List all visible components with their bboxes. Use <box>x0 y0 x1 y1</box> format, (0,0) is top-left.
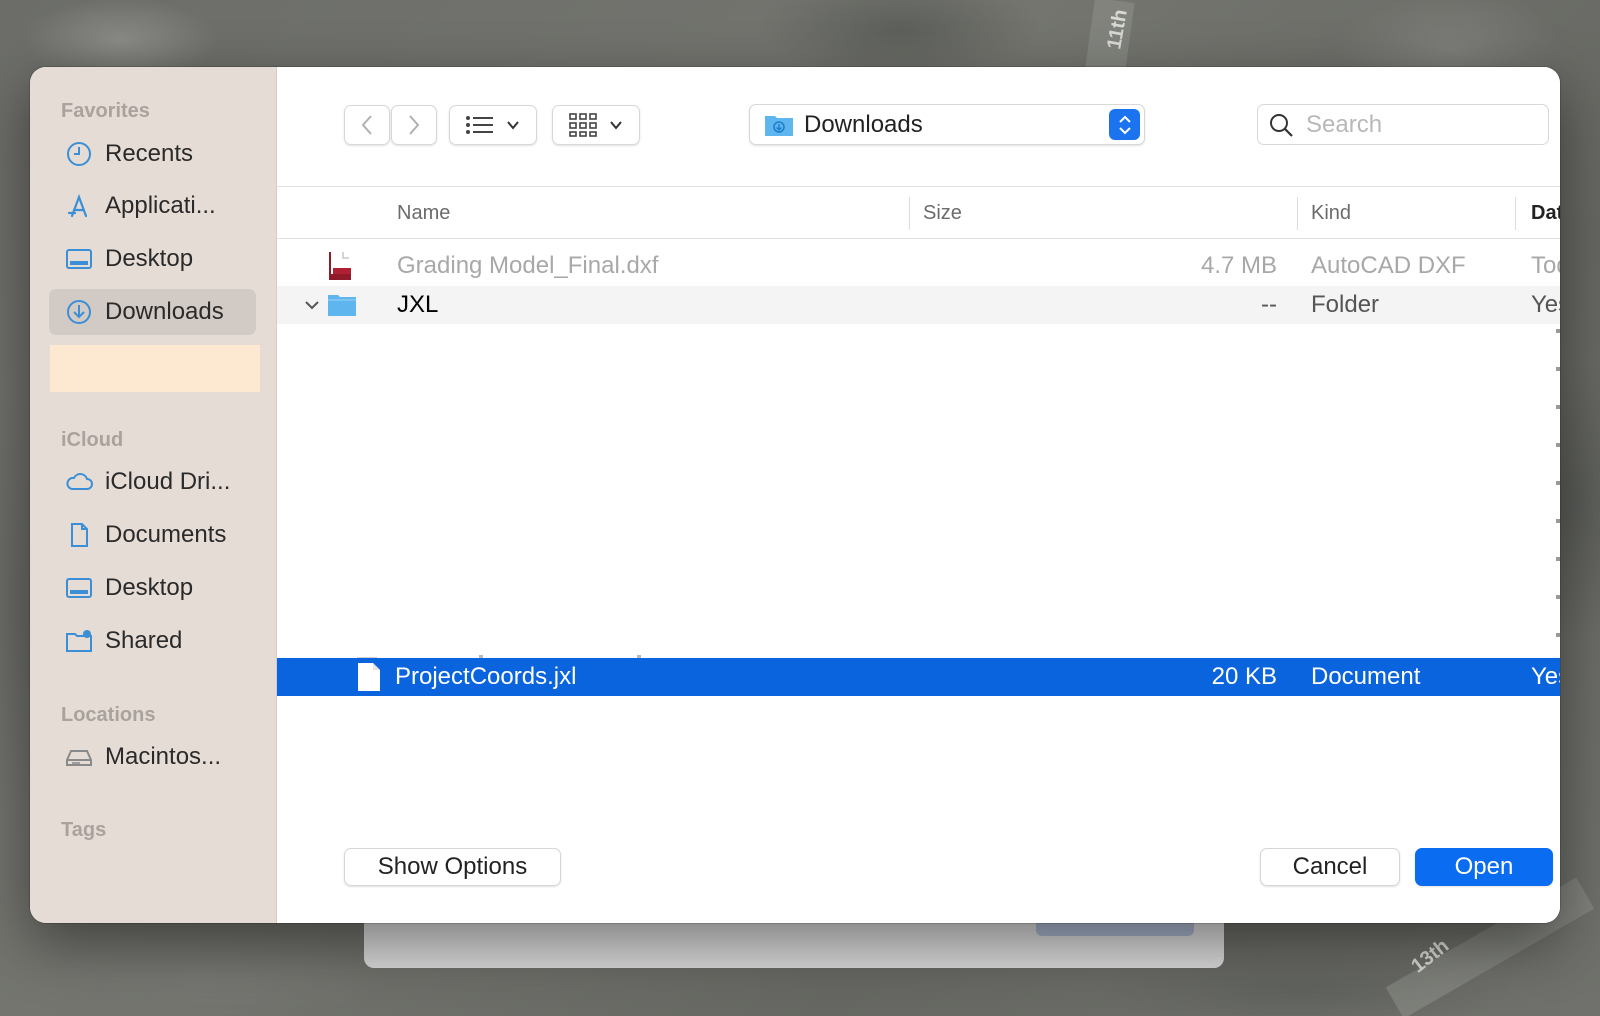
sidebar-item-macintosh-hd[interactable]: Macintos... <box>49 734 256 780</box>
file-date: Yeste <box>1531 291 1560 318</box>
downloads-icon <box>63 296 95 328</box>
grid-view-icon <box>569 113 597 137</box>
updown-arrows-icon <box>1109 109 1140 140</box>
view-mode-list-button[interactable] <box>449 105 537 145</box>
location-popup[interactable]: Downloads <box>749 104 1145 145</box>
search-field[interactable]: Search <box>1257 104 1549 145</box>
column-divider[interactable] <box>1297 197 1298 230</box>
sidebar-item-applications[interactable]: Applicati... <box>49 183 256 229</box>
dialog-footer: Show Options Cancel Open <box>277 809 1560 923</box>
sidebar-item-label: Applicati... <box>105 192 216 219</box>
document-file-icon <box>357 658 381 696</box>
file-size: 4.7 MB <box>1200 252 1277 279</box>
forward-button[interactable] <box>391 105 437 145</box>
file-name: Grading Model_Final.dxf <box>397 252 659 279</box>
column-header-date[interactable]: Date A <box>1531 187 1560 239</box>
file-date: Toda <box>1531 252 1560 279</box>
desktop-icon <box>63 243 95 275</box>
column-headers: Name Size Kind Date A <box>277 186 1560 239</box>
sidebar-drop-placeholder[interactable] <box>50 345 260 392</box>
sidebar-section-icloud: iCloud <box>61 429 124 451</box>
search-icon <box>1270 113 1293 137</box>
column-header-name[interactable]: Name <box>397 187 450 239</box>
group-by-button[interactable] <box>552 105 640 145</box>
sidebar-item-label: Recents <box>105 140 194 167</box>
column-divider[interactable] <box>909 197 910 230</box>
open-file-dialog: Favorites Recents Applicati... Desktop D… <box>30 67 1560 923</box>
folder-row[interactable]: JXL -- Folder Yeste <box>277 286 1560 324</box>
show-options-button[interactable]: Show Options <box>344 848 561 886</box>
sidebar-item-icloud-drive[interactable]: iCloud Dri... <box>49 459 256 505</box>
sidebar-item-label: Shared <box>105 627 183 654</box>
file-row[interactable]: Grading Model_Final.dxf 4.7 MB AutoCAD D… <box>277 247 1560 285</box>
column-header-kind[interactable]: Kind <box>1311 187 1351 239</box>
file-date: Yeste <box>1531 663 1560 690</box>
file-kind: AutoCAD DXF <box>1311 252 1466 279</box>
document-icon <box>63 519 95 551</box>
column-resize-dots <box>1556 329 1560 649</box>
open-button[interactable]: Open <box>1415 848 1553 886</box>
folder-icon <box>327 286 357 324</box>
sidebar-item-icloud-desktop[interactable]: Desktop <box>49 565 256 611</box>
sidebar-item-label: iCloud Dri... <box>105 468 231 495</box>
sidebar-item-documents[interactable]: Documents <box>49 512 256 558</box>
file-kind: Document <box>1311 663 1421 690</box>
toolbar: Downloads Search <box>277 67 1560 187</box>
file-browser: Downloads Search Name Size Kind Date A <box>277 67 1560 923</box>
clock-icon <box>63 138 95 170</box>
chevron-down-icon <box>507 121 519 130</box>
sidebar-section-tags: Tags <box>61 819 107 841</box>
file-name: ProjectCoords.jxl <box>395 663 577 690</box>
applications-icon <box>63 190 95 222</box>
location-label: Downloads <box>804 110 923 138</box>
cancel-button[interactable]: Cancel <box>1260 848 1400 886</box>
sidebar-item-label: Documents <box>105 521 227 548</box>
file-size: -- <box>1261 291 1277 318</box>
sidebar-item-desktop[interactable]: Desktop <box>49 236 256 282</box>
sidebar-item-label: Downloads <box>105 298 224 325</box>
disclosure-chevron-icon[interactable] <box>303 286 321 324</box>
chevron-down-icon <box>610 121 622 130</box>
desktop-icon <box>63 572 95 604</box>
sidebar-item-downloads[interactable]: Downloads <box>49 289 256 335</box>
sidebar: Favorites Recents Applicati... Desktop D… <box>30 67 277 923</box>
sidebar-item-label: Macintos... <box>105 743 222 770</box>
cloud-icon <box>63 466 95 498</box>
sidebar-item-shared[interactable]: Shared <box>49 618 256 664</box>
shared-folder-icon <box>63 625 95 657</box>
chevron-left-icon <box>361 115 372 135</box>
column-header-size[interactable]: Size <box>923 187 962 239</box>
file-name: JXL <box>397 291 439 318</box>
sidebar-item-label: Desktop <box>105 574 194 601</box>
file-list: Grading Model_Final.dxf 4.7 MB AutoCAD D… <box>277 239 1560 854</box>
hard-drive-icon <box>63 741 95 773</box>
search-placeholder: Search <box>1306 110 1383 138</box>
file-row-selected[interactable]: ProjectCoords.jxl 20 KB Document Yeste <box>277 658 1560 696</box>
sidebar-item-label: Desktop <box>105 245 194 272</box>
sidebar-section-favorites: Favorites <box>61 100 150 122</box>
file-kind: Folder <box>1311 291 1380 318</box>
back-button[interactable] <box>344 105 390 145</box>
chevron-right-icon <box>409 115 420 135</box>
list-view-icon <box>466 116 493 134</box>
sidebar-section-locations: Locations <box>61 704 156 726</box>
file-size: 20 KB <box>1211 663 1277 690</box>
sidebar-item-recents[interactable]: Recents <box>49 131 256 177</box>
downloads-folder-icon <box>765 115 793 136</box>
column-divider[interactable] <box>1515 197 1516 230</box>
dxf-file-icon <box>327 247 353 285</box>
